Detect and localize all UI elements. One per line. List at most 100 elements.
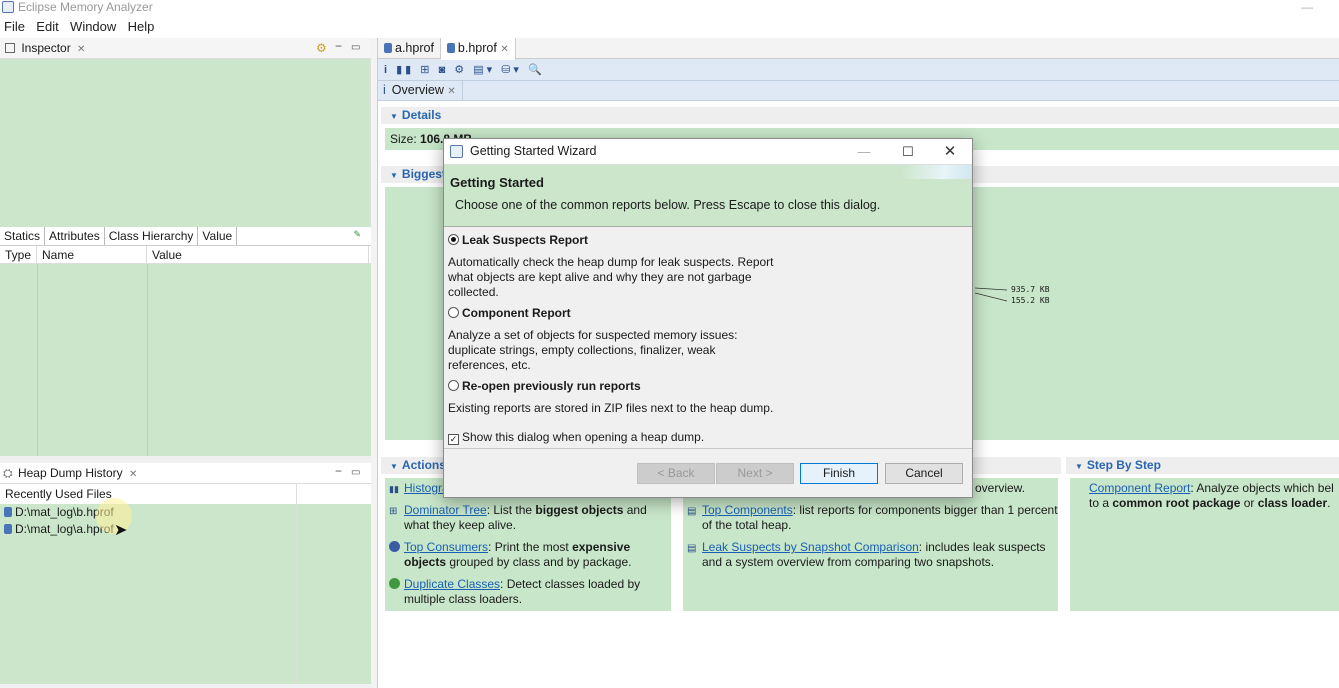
collapse-icon: ▼: [1075, 462, 1083, 471]
close-icon[interactable]: ✕: [447, 86, 455, 97]
app-title-bar: Eclipse Memory Analyzer —: [0, 0, 1339, 17]
pin-icon[interactable]: ✎: [353, 229, 361, 240]
menu-file[interactable]: File: [0, 17, 29, 36]
history-icon: ⛭: [3, 466, 13, 480]
show-dialog-checkbox[interactable]: ✓: [448, 434, 459, 445]
editor-toolbar: i ▮▮ ⊞ ◙ ⚙ ▤▾ ⛁▾ 🔍: [378, 59, 1339, 81]
report-top-components: ▤ Top Components: list reports for compon…: [687, 503, 1058, 532]
action-top-consumers: Top Consumers: Print the most expensive …: [385, 540, 671, 570]
heap-file-icon: [446, 43, 455, 53]
action-duplicate-classes: Duplicate Classes: Detect classes loaded…: [385, 577, 671, 607]
wizard-icon: [450, 145, 463, 158]
memory-analyzer-app-icon: [2, 1, 14, 13]
finish-button[interactable]: Finish: [800, 463, 878, 484]
mouse-pointer-icon: ➤: [114, 522, 128, 539]
query-icon[interactable]: ⛁▾: [501, 64, 522, 76]
back-button[interactable]: < Back: [637, 463, 715, 484]
radio-component-report[interactable]: [448, 307, 459, 318]
option-reopen-reports[interactable]: Re-open previously run reports: [448, 379, 972, 394]
option-description: Existing reports are stored in ZIP files…: [448, 401, 774, 415]
heap-file-icon: [4, 524, 12, 534]
history-list: D:\mat_log\b.hprof D:\mat_log\a.hprof ➤: [0, 484, 371, 684]
menu-help[interactable]: Help: [124, 17, 159, 36]
left-pane: Inspector ✕ ⚙ − ▭ Statics Attributes Class…: [0, 38, 371, 688]
close-icon[interactable]: ✕: [500, 44, 508, 55]
menu-edit[interactable]: Edit: [32, 17, 62, 36]
duplicate-classes-icon: [389, 578, 400, 589]
tab-b-hprof[interactable]: b.hprof ✕: [440, 38, 516, 60]
thread-icon[interactable]: ⚙: [454, 64, 467, 76]
window-minimize-button[interactable]: —: [1301, 0, 1313, 14]
history-view-header: ⛭ Heap Dump History ✕ − ▭: [0, 463, 371, 484]
oql-icon[interactable]: ◙: [439, 64, 449, 76]
collapse-icon: ▼: [390, 171, 398, 180]
stepbystep-section-header[interactable]: ▼ Step By Step: [1066, 457, 1339, 474]
stepbystep-line-2: to a common root package or class loader…: [1089, 496, 1331, 510]
dialog-close-button[interactable]: ✕: [928, 139, 972, 164]
app-title: Eclipse Memory Analyzer: [18, 0, 153, 14]
dominator-tree-icon: ⊞: [389, 506, 398, 517]
header-banner-graphic: [902, 165, 972, 179]
close-icon[interactable]: ✕: [129, 469, 137, 480]
chart-label: 935.7 KB: [1011, 285, 1050, 294]
next-button[interactable]: Next >: [716, 463, 794, 484]
tab-value[interactable]: Value: [198, 227, 238, 245]
column-name[interactable]: Name: [37, 246, 147, 264]
column-value[interactable]: Value: [147, 246, 369, 264]
radio-reopen-reports[interactable]: [448, 380, 459, 391]
top-consumers-icon: [389, 541, 400, 552]
dialog-maximize-button[interactable]: ☐: [886, 139, 930, 164]
option-leak-suspects[interactable]: Leak Suspects Report: [448, 233, 972, 248]
dialog-title: Getting Started Wizard: [470, 144, 597, 158]
overview-tab-bar: i Overview ✕: [378, 81, 1339, 101]
report-snapshot-comparison: ▤ Leak Suspects by Snapshot Comparison: i…: [687, 540, 1046, 569]
menu-bar: File Edit Window Help: [0, 17, 1339, 36]
heap-file-icon: [384, 43, 392, 53]
inspector-title: Inspector: [21, 41, 71, 55]
inspector-table-body: [0, 264, 371, 456]
stepbystep-card: Component Report: Analyze objects which …: [1070, 478, 1339, 611]
menu-window[interactable]: Window: [66, 17, 120, 36]
collapse-icon: ▼: [390, 112, 398, 121]
getting-started-dialog: Getting Started Wizard — ☐ ✕ Getting Sta…: [443, 138, 973, 498]
report-icon: ▤: [687, 543, 697, 554]
dialog-options: Leak Suspects Report Automatically check…: [444, 227, 972, 445]
sync-icon[interactable]: ⚙: [316, 38, 327, 58]
maximize-view-icon[interactable]: ▭: [351, 38, 360, 58]
tab-attributes[interactable]: Attributes: [45, 227, 105, 245]
minimize-view-icon[interactable]: −: [335, 36, 342, 56]
editor-tabs: a.hprof b.hprof ✕: [378, 38, 1339, 60]
dialog-heading: Getting Started: [450, 175, 544, 190]
search-icon[interactable]: 🔍: [528, 64, 545, 76]
tab-a-hprof[interactable]: a.hprof: [378, 38, 441, 58]
close-icon[interactable]: ✕: [77, 44, 85, 55]
inspector-column-headers: Type Name Value: [0, 246, 371, 264]
reports-icon[interactable]: ▤▾: [473, 64, 495, 76]
inspector-tabs: Statics Attributes Class Hierarchy Value ✎: [0, 227, 371, 246]
dialog-minimize-button[interactable]: —: [842, 139, 886, 164]
tab-class-hierarchy[interactable]: Class Hierarchy: [104, 227, 199, 245]
info-icon[interactable]: i: [384, 64, 390, 76]
histogram-icon: ▮▮: [389, 484, 399, 494]
history-column-header[interactable]: Recently Used Files: [0, 484, 371, 504]
report-icon: ▤: [687, 506, 697, 517]
heap-file-icon: [4, 507, 12, 517]
minimize-view-icon[interactable]: −: [335, 461, 342, 481]
option-component-report[interactable]: Component Report: [448, 306, 972, 321]
tab-overview[interactable]: i Overview ✕: [383, 81, 463, 101]
cancel-button[interactable]: Cancel: [885, 463, 963, 484]
action-dominator-tree: ⊞ Dominator Tree: List the biggest object…: [389, 503, 647, 532]
details-section-header[interactable]: ▼ Details: [381, 107, 1339, 124]
list-item[interactable]: D:\mat_log\a.hprof: [0, 521, 371, 538]
tab-statics[interactable]: Statics: [0, 227, 46, 245]
histogram-icon[interactable]: ▮▮: [396, 64, 414, 76]
dominator-tree-icon[interactable]: ⊞: [420, 64, 432, 76]
stepbystep-line-1: Component Report: Analyze objects which …: [1089, 481, 1334, 495]
column-type[interactable]: Type: [0, 246, 37, 264]
dialog-subtitle: Choose one of the common reports below. …: [455, 198, 881, 212]
list-item[interactable]: D:\mat_log\b.hprof: [0, 504, 371, 521]
show-dialog-checkbox-row[interactable]: ✓ Show this dialog when opening a heap du…: [448, 430, 972, 445]
radio-leak-suspects[interactable]: [448, 234, 459, 245]
option-description: Automatically check the heap dump for le…: [448, 255, 774, 299]
maximize-view-icon[interactable]: ▭: [351, 463, 360, 483]
